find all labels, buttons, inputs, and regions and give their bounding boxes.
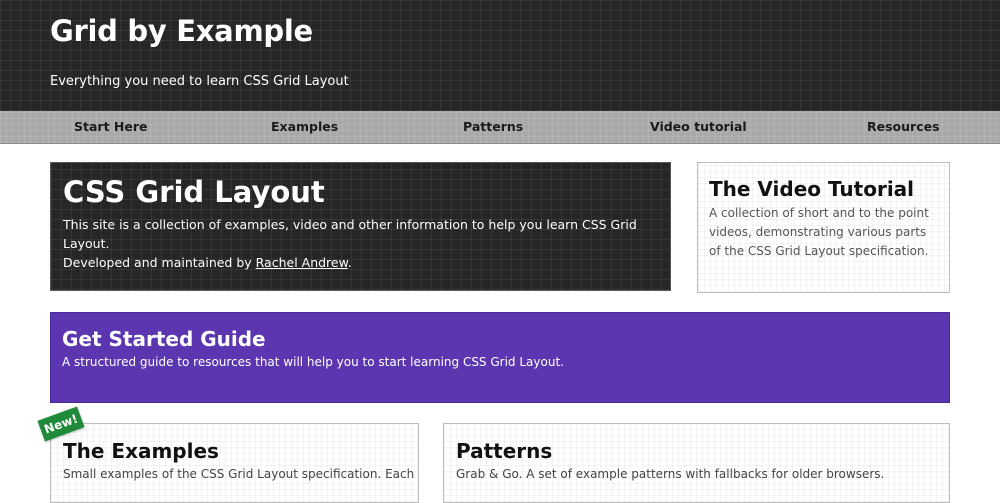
patterns-title[interactable]: Patterns [456, 439, 552, 463]
get-started-title[interactable]: Get Started Guide [62, 327, 266, 351]
hero-line2-suffix: . [347, 255, 352, 270]
hero-title: CSS Grid Layout [63, 175, 325, 209]
video-tutorial-card[interactable]: The Video Tutorial A collection of short… [697, 162, 950, 293]
hero-line2-prefix: Developed and maintained by [63, 255, 256, 270]
nav-start-here[interactable]: Start Here [74, 111, 148, 143]
nav-resources[interactable]: Resources [867, 111, 940, 143]
author-link[interactable]: Rachel Andrew [256, 255, 348, 270]
patterns-text: Grab & Go. A set of example patterns wit… [456, 467, 885, 481]
hero-text: This site is a collection of examples, v… [63, 215, 653, 272]
nav-patterns[interactable]: Patterns [463, 111, 523, 143]
hero-line1: This site is a collection of examples, v… [63, 217, 637, 251]
examples-text: Small examples of the CSS Grid Layout sp… [63, 467, 415, 481]
get-started-card[interactable]: Get Started Guide A structured guide to … [50, 312, 950, 403]
examples-title[interactable]: The Examples [63, 439, 219, 463]
examples-card[interactable]: The Examples Small examples of the CSS G… [50, 423, 419, 503]
video-tutorial-text: A collection of short and to the point v… [709, 206, 929, 258]
site-title[interactable]: Grid by Example [50, 14, 313, 48]
main-nav: Start Here Examples Patterns Video tutor… [0, 111, 1000, 144]
site-tagline: Everything you need to learn CSS Grid La… [50, 74, 349, 89]
site-header: Grid by Example Everything you need to l… [0, 0, 1000, 111]
nav-video-tutorial[interactable]: Video tutorial [650, 111, 747, 143]
get-started-text: A structured guide to resources that wil… [62, 355, 564, 369]
hero-card: CSS Grid Layout This site is a collectio… [50, 162, 671, 291]
video-tutorial-title[interactable]: The Video Tutorial [709, 177, 914, 201]
patterns-card[interactable]: Patterns Grab & Go. A set of example pat… [443, 423, 950, 503]
nav-examples[interactable]: Examples [271, 111, 338, 143]
